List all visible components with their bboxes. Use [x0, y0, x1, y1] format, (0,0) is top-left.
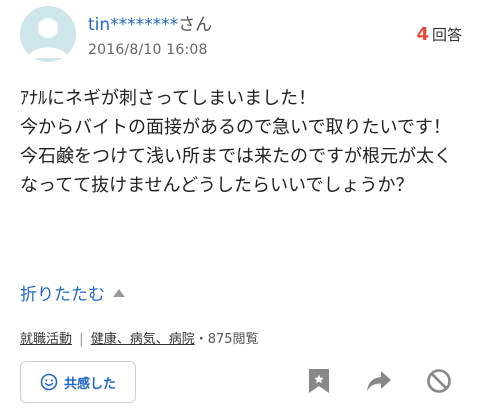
answer-count-label: 回答 — [431, 26, 462, 44]
bookmark-icon — [309, 369, 329, 393]
category-meta: 就職活動 | 健康、病気、病院・875閲覧 — [20, 328, 259, 347]
collapse-label: 折りたたむ — [20, 285, 105, 305]
answer-count[interactable]: 4 回答 — [416, 24, 462, 45]
username-link[interactable]: tin******** — [88, 15, 178, 35]
question-body: ｱﾅﾙにネギが刺さってしまいました！ 今からバイトの面接があるので急いで取りたい… — [20, 88, 452, 196]
user-silhouette-icon — [28, 18, 68, 58]
post-date: 2016/8/10 16:08 — [88, 42, 208, 58]
empathy-label: 共感した — [63, 376, 116, 392]
smiley-icon — [40, 373, 58, 391]
block-icon — [427, 369, 451, 393]
collapse-toggle[interactable]: 折りたたむ — [20, 280, 125, 305]
share-button[interactable] — [366, 368, 392, 394]
category-separator: | — [79, 332, 84, 347]
view-count: ・875閲覧 — [194, 332, 259, 347]
action-icons — [306, 368, 452, 394]
empathy-button[interactable]: 共感した — [20, 361, 136, 403]
avatar[interactable] — [20, 6, 76, 62]
bookmark-button[interactable] — [306, 368, 332, 394]
triangle-up-icon — [113, 288, 125, 297]
category-link-job[interactable]: 就職活動 — [20, 332, 72, 347]
share-arrow-icon — [367, 371, 391, 391]
block-button[interactable] — [426, 368, 452, 394]
honorific: さん — [178, 15, 213, 35]
answer-count-number: 4 — [416, 24, 429, 45]
category-link-health[interactable]: 健康、病気、病院 — [91, 332, 195, 347]
user-name-row: tin********さん — [88, 10, 212, 35]
